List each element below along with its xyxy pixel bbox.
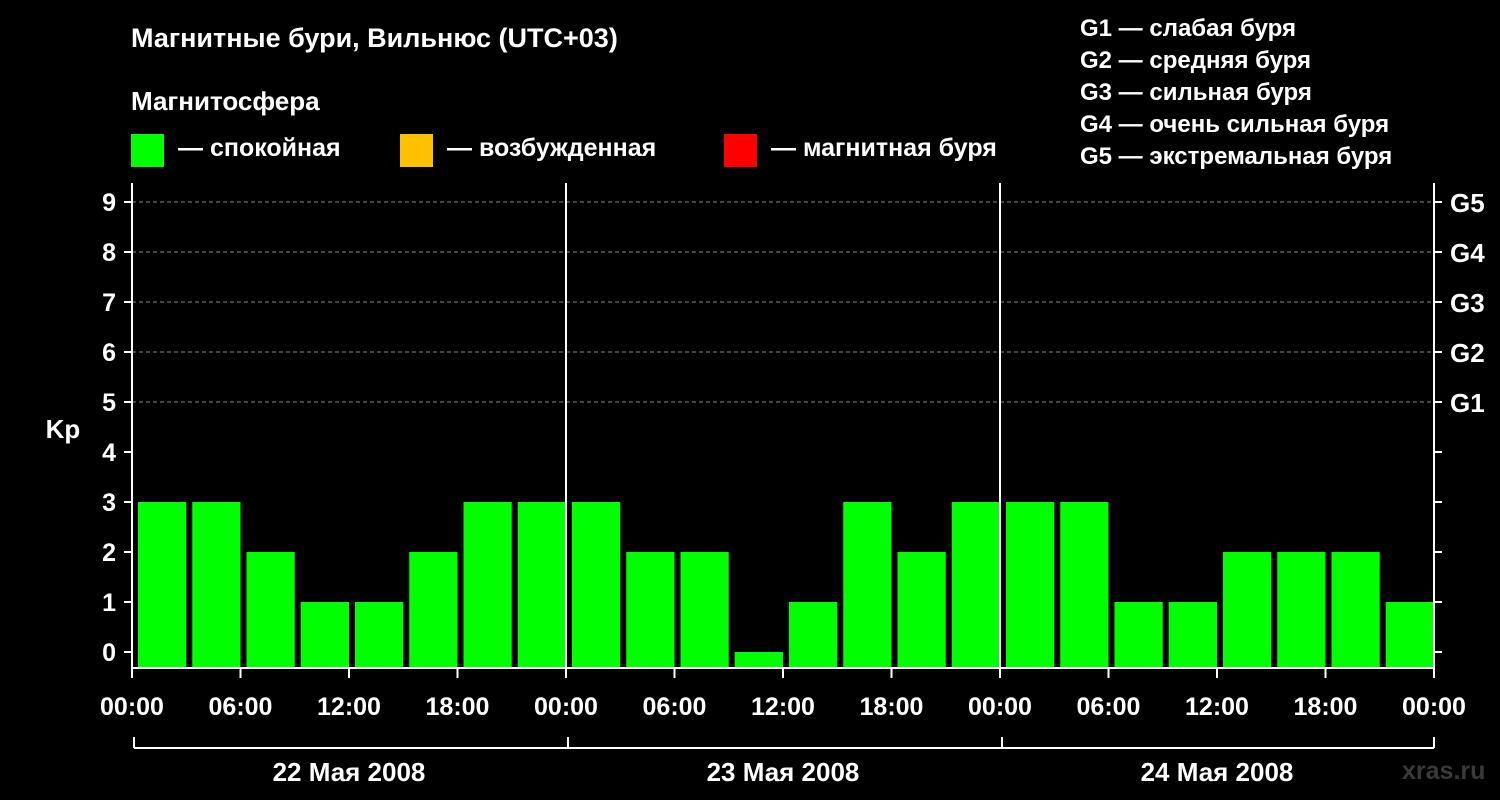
kp-chart: 0 1 2 3 4 5 6 7 8 9 G1 G2 G3 G4 G5 Kp 00:00 06:00 12:00 18:… [46, 183, 1485, 787]
y-tick-label: 4 [102, 439, 116, 467]
x-tick-label: 18:00 [426, 693, 490, 721]
y-axis-label: Kp [46, 414, 81, 444]
kp-bar [572, 502, 621, 668]
y-tick-label: 0 [102, 639, 116, 667]
kp-bar [734, 652, 783, 668]
kp-bar [409, 552, 458, 668]
y-tick-label: 7 [102, 289, 116, 317]
kp-bar [138, 502, 187, 668]
kp-bar [1385, 602, 1434, 668]
kp-bar [355, 602, 404, 668]
g-level-label: G4 [1450, 238, 1485, 268]
x-tick-label: 12:00 [1185, 693, 1249, 721]
watermark: xras.ru [1402, 757, 1486, 785]
y-tick-label: 5 [102, 389, 116, 417]
y-tick-label: 9 [102, 189, 116, 217]
kp-bar [1277, 552, 1326, 668]
kp-bar [517, 502, 566, 668]
kp-bar [1223, 552, 1272, 668]
day-label: 23 Мая 2008 [707, 757, 860, 787]
y-tick-label: 2 [102, 539, 116, 567]
g-level-label: G5 [1450, 188, 1485, 218]
x-tick-label: 18:00 [1294, 693, 1358, 721]
y-tick-label: 8 [102, 239, 116, 267]
x-tick-label: 00:00 [534, 693, 598, 721]
x-tick-label: 12:00 [751, 693, 815, 721]
kp-bar [300, 602, 349, 668]
x-tick-label: 06:00 [643, 693, 707, 721]
kp-bar [626, 552, 675, 668]
x-tick-label: 12:00 [317, 693, 381, 721]
y-tick-label: 3 [102, 489, 116, 517]
g-level-label: G1 [1450, 388, 1485, 418]
kp-bar [1006, 502, 1055, 668]
x-tick-label: 00:00 [968, 693, 1032, 721]
g-level-label: G3 [1450, 288, 1485, 318]
y-tick-label: 6 [102, 339, 116, 367]
kp-bar [463, 502, 512, 668]
kp-bar [951, 502, 1000, 668]
day-label: 24 Мая 2008 [1141, 757, 1294, 787]
x-tick-label: 06:00 [209, 693, 273, 721]
day-label: 22 Мая 2008 [273, 757, 426, 787]
kp-bar [1114, 602, 1163, 668]
kp-bar [843, 502, 892, 668]
kp-bar [897, 552, 946, 668]
kp-bar [680, 552, 729, 668]
x-tick-label: 00:00 [1402, 693, 1466, 721]
kp-bar [246, 552, 295, 668]
x-tick-label: 06:00 [1077, 693, 1141, 721]
x-tick-label: 00:00 [100, 693, 164, 721]
kp-bar [1168, 602, 1217, 668]
y-tick-label: 1 [102, 589, 116, 617]
kp-bar [1331, 552, 1380, 668]
kp-bar [192, 502, 241, 668]
kp-bar [1060, 502, 1109, 668]
kp-bar [789, 602, 838, 668]
g-level-label: G2 [1450, 338, 1485, 368]
x-tick-label: 18:00 [860, 693, 924, 721]
